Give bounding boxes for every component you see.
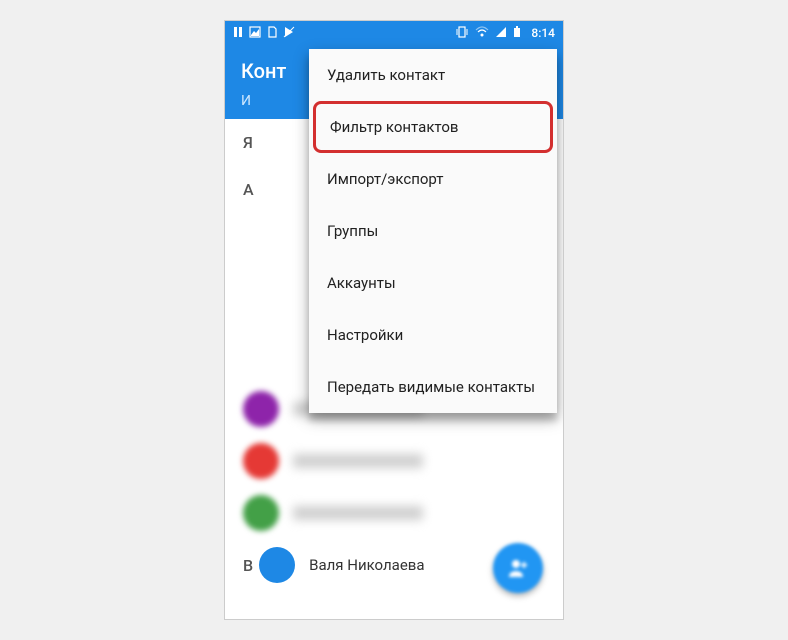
avatar (243, 391, 279, 427)
play-icon (283, 26, 295, 41)
add-person-icon (507, 557, 529, 579)
battery-icon (513, 26, 521, 41)
avatar (243, 443, 279, 479)
contact-name-blurred (293, 506, 423, 520)
vibrate-icon (455, 26, 469, 41)
wifi-icon (475, 26, 489, 41)
fab-add-contact[interactable] (493, 543, 543, 593)
menu-accounts[interactable]: Аккаунты (309, 257, 557, 309)
menu-delete-contact[interactable]: Удалить контакт (309, 49, 557, 101)
contact-row[interactable] (225, 487, 563, 539)
phone-frame: 8:14 Конт И Я A B Валя Николаева (224, 20, 564, 620)
contact-name-blurred (293, 454, 423, 468)
contact-row[interactable] (225, 435, 563, 487)
section-letter: B (225, 542, 259, 589)
contact-name: Валя Николаева (309, 556, 424, 574)
signal-icon (495, 26, 507, 41)
overflow-menu: Удалить контакт Фильтр контактов Импорт/… (309, 49, 557, 413)
contact-row[interactable]: Валя Николаева (259, 539, 442, 591)
menu-filter-contacts[interactable]: Фильтр контактов (313, 101, 553, 153)
menu-settings[interactable]: Настройки (309, 309, 557, 361)
sim-icon (267, 26, 277, 41)
pause-icon (233, 26, 243, 41)
menu-share-visible[interactable]: Передать видимые контакты (309, 361, 557, 413)
menu-groups[interactable]: Группы (309, 205, 557, 257)
status-bar: 8:14 (225, 21, 563, 45)
image-icon (249, 26, 261, 41)
status-right: 8:14 (455, 26, 555, 41)
tab-partial[interactable]: И (241, 93, 251, 109)
status-time: 8:14 (531, 26, 555, 40)
avatar (259, 547, 295, 583)
menu-import-export[interactable]: Импорт/экспорт (309, 153, 557, 205)
status-left (233, 26, 295, 41)
avatar (243, 495, 279, 531)
